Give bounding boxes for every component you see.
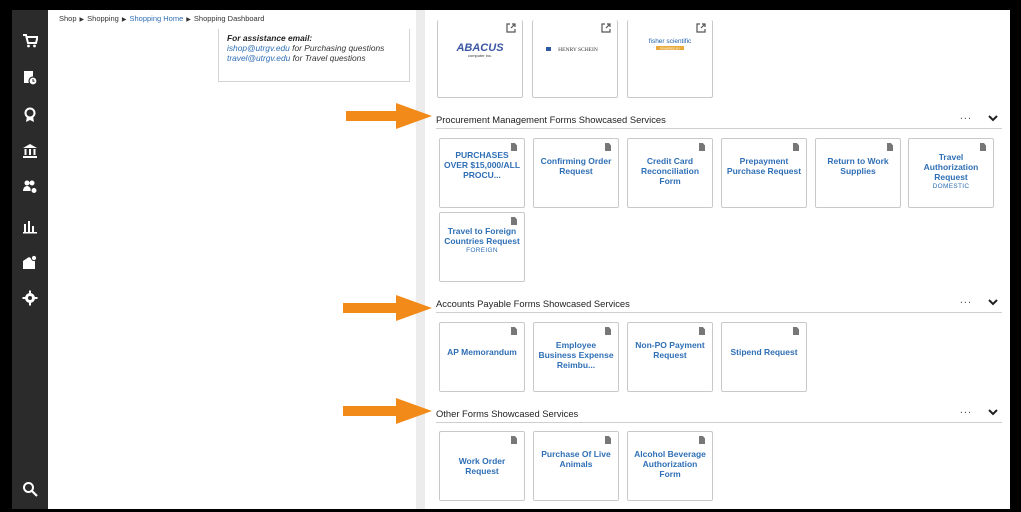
cart-icon[interactable] xyxy=(12,28,48,54)
form-tile-return-to-work-supplies[interactable]: Return to Work Supplies xyxy=(815,138,901,208)
form-tile-travel-authorization-request[interactable]: Travel Authorization Request DOMESTIC xyxy=(908,138,994,208)
form-tile-prepayment-purchase-request[interactable]: Prepayment Purchase Request xyxy=(721,138,807,208)
tile-subtitle: DOMESTIC xyxy=(932,183,970,190)
gear-icon[interactable] xyxy=(12,285,48,311)
document-icon xyxy=(605,327,611,335)
document-icon xyxy=(699,436,705,444)
section-header-accounts-payable: Accounts Payable Forms Showcased Service… xyxy=(436,294,1002,313)
fisher-scientific-logo: fisher scientific POWERED BY xyxy=(636,36,704,54)
section-header-other-forms: Other Forms Showcased Services ... xyxy=(436,404,1002,423)
svg-text:fisher scientific: fisher scientific xyxy=(649,38,692,45)
document-icon xyxy=(605,436,611,444)
form-tile-credit-card-reconciliation[interactable]: Credit Card Reconciliation Form xyxy=(627,138,713,208)
document-icon xyxy=(887,143,893,151)
search-icon[interactable] xyxy=(12,476,48,502)
document-icon xyxy=(980,143,986,151)
nav-sidebar xyxy=(12,10,48,512)
document-icon xyxy=(511,327,517,335)
assistance-box: For assistance email: ishop@utrgv.edu fo… xyxy=(218,29,410,82)
chevron-down-icon[interactable] xyxy=(988,408,998,416)
bar-chart-icon[interactable] xyxy=(12,213,48,239)
column-gutter xyxy=(416,10,425,510)
form-tile-non-po-payment-request[interactable]: Non-PO Payment Request xyxy=(627,322,713,392)
supplier-tile-henry-schein[interactable]: HENRY SCHEIN xyxy=(532,20,618,98)
form-tile-work-order-request[interactable]: Work Order Request xyxy=(439,431,525,501)
document-icon xyxy=(511,217,517,225)
right-black-edge xyxy=(1010,0,1021,512)
breadcrumb-shopping-home[interactable]: Shopping Home xyxy=(129,14,183,23)
form-tile-confirming-order-request[interactable]: Confirming Order Request xyxy=(533,138,619,208)
more-options-button[interactable]: ... xyxy=(960,294,972,306)
bank-icon[interactable] xyxy=(12,138,48,164)
assistance-line-travel: travel@utrgv.edu for Travel questions xyxy=(227,53,366,63)
assistance-heading: For assistance email: xyxy=(227,33,313,43)
section-header-procurement: Procurement Management Forms Showcased S… xyxy=(436,110,1002,129)
chevron-down-icon[interactable] xyxy=(988,298,998,306)
supplier-tile-fisher-scientific[interactable]: fisher scientific POWERED BY xyxy=(627,20,713,98)
external-link-icon xyxy=(601,23,611,33)
form-tile-purchase-of-live-animals[interactable]: Purchase Of Live Animals xyxy=(533,431,619,501)
abacus-logo: ABACUS computer inc. xyxy=(446,40,514,58)
award-icon[interactable] xyxy=(12,102,48,128)
orange-arrow-icon xyxy=(343,295,432,321)
more-options-button[interactable]: ... xyxy=(960,404,972,416)
form-tile-purchases-over-15000[interactable]: PURCHASES OVER $15,000/ALL PROCU... xyxy=(439,138,525,208)
building-gear-icon[interactable] xyxy=(12,249,48,275)
breadcrumb-shopping-dashboard: Shopping Dashboard xyxy=(193,14,265,23)
svg-text:computer inc.: computer inc. xyxy=(468,53,492,58)
breadcrumb-separator-icon: ▶ xyxy=(79,17,85,23)
svg-text:POWERED BY: POWERED BY xyxy=(660,46,680,50)
chevron-down-icon[interactable] xyxy=(988,114,998,122)
henry-schein-logo: HENRY SCHEIN xyxy=(541,40,609,58)
form-tile-travel-to-foreign-countries[interactable]: Travel to Foreign Countries Request FOREI… xyxy=(439,212,525,282)
external-link-icon xyxy=(506,23,516,33)
section-title: Other Forms Showcased Services xyxy=(436,408,579,419)
users-gear-icon[interactable] xyxy=(12,174,48,200)
breadcrumb-separator-icon: ▶ xyxy=(121,17,127,23)
form-tile-ap-memorandum[interactable]: AP Memorandum xyxy=(439,322,525,392)
breadcrumb-separator-icon: ▶ xyxy=(186,17,191,23)
left-panel xyxy=(48,10,416,510)
document-icon xyxy=(793,143,799,151)
document-icon xyxy=(699,327,705,335)
tile-subtitle: FOREIGN xyxy=(466,247,498,254)
external-link-icon xyxy=(696,23,706,33)
travel-email-link[interactable]: travel@utrgv.edu xyxy=(227,53,290,63)
document-icon xyxy=(511,436,517,444)
document-clock-icon[interactable] xyxy=(12,65,48,91)
section-title: Accounts Payable Forms Showcased Service… xyxy=(436,298,630,309)
orange-arrow-icon xyxy=(343,398,432,424)
form-tile-stipend-request[interactable]: Stipend Request xyxy=(721,322,807,392)
breadcrumb-shop[interactable]: Shop xyxy=(59,14,77,23)
svg-text:HENRY SCHEIN: HENRY SCHEIN xyxy=(558,47,598,53)
breadcrumb: Shop ▶ Shopping ▶ Shopping Home ▶ Shopping Das… xyxy=(59,14,264,23)
purchasing-email-link[interactable]: ishop@utrgv.edu xyxy=(227,43,290,53)
document-icon xyxy=(699,143,705,151)
orange-arrow-icon xyxy=(346,103,432,129)
form-tile-alcohol-beverage-authorization[interactable]: Alcohol Beverage Authorization Form xyxy=(627,431,713,501)
top-black-bar xyxy=(0,0,1021,10)
section-title: Procurement Management Forms Showcased S… xyxy=(436,114,666,125)
document-icon xyxy=(793,327,799,335)
assistance-line-purchasing: ishop@utrgv.edu for Purchasing questions xyxy=(227,43,385,53)
more-options-button[interactable]: ... xyxy=(960,110,972,122)
breadcrumb-shopping[interactable]: Shopping xyxy=(87,14,119,23)
form-tile-employee-business-expense[interactable]: Employee Business Expense Reimbu... xyxy=(533,322,619,392)
supplier-tile-abacus[interactable]: ABACUS computer inc. xyxy=(437,20,523,98)
left-black-rail xyxy=(0,10,12,512)
document-icon xyxy=(605,143,611,151)
